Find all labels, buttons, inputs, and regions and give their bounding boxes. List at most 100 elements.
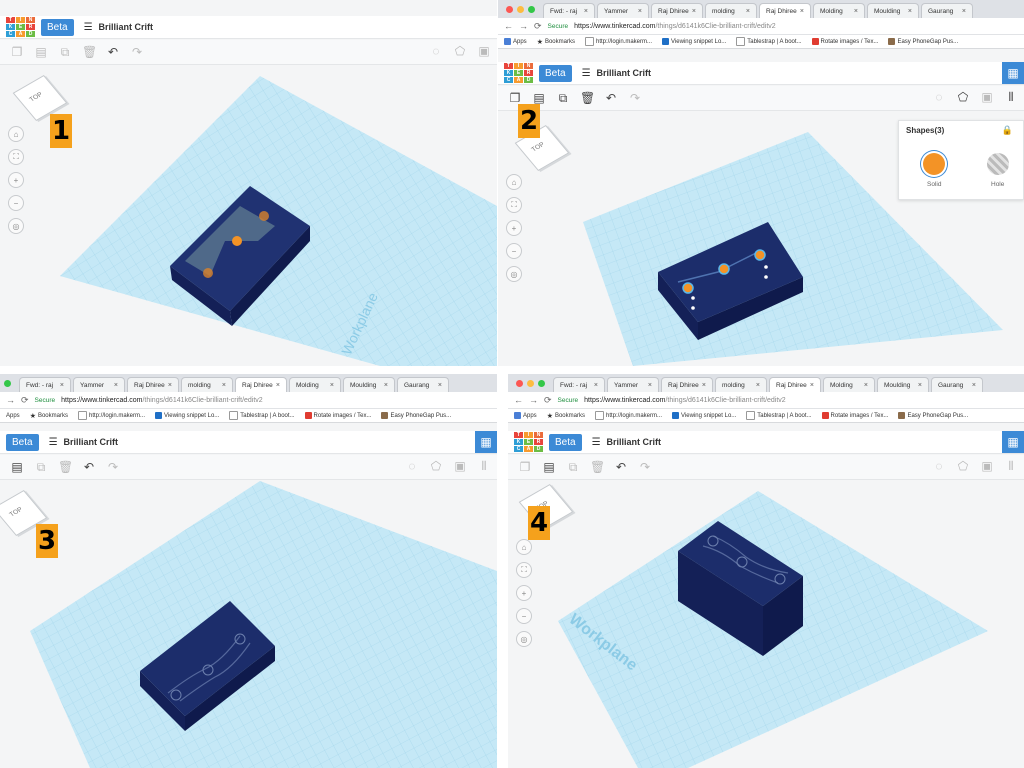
browser-tab[interactable]: Molding × (289, 377, 341, 392)
paste-icon[interactable]: ▤ (10, 460, 24, 474)
redo-icon[interactable]: ↷ (638, 460, 652, 474)
url-field[interactable]: https://www.tinkercad.com/things/d6141k6… (584, 397, 786, 404)
fit-view-icon[interactable]: ⛶ (516, 562, 532, 578)
delete-icon[interactable]: 🗑 (82, 45, 97, 59)
home-view-icon[interactable]: ⌂ (506, 174, 522, 190)
duplicate-icon[interactable]: ⧉ (556, 91, 570, 106)
paste-icon[interactable]: ▤ (542, 460, 556, 474)
bookmark-item[interactable]: Viewing snippet Lo... (672, 412, 736, 419)
home-view-icon[interactable]: ⌂ (8, 126, 24, 142)
beta-badge[interactable]: Beta (41, 18, 74, 36)
bookmark-item[interactable]: Apps (504, 38, 527, 45)
close-window-icon[interactable] (506, 5, 513, 13)
light-icon[interactable]: ◌ (932, 459, 946, 474)
bookmark-item[interactable]: Easy PhoneGap Pus... (888, 38, 958, 45)
pin-shape[interactable] (203, 268, 213, 278)
design-list-icon[interactable]: ☰ (592, 437, 601, 448)
shape-icon[interactable]: ⬠ (429, 459, 443, 474)
bookmark-item[interactable]: http://login.makerm... (594, 411, 662, 420)
pin-shape[interactable] (754, 249, 766, 261)
bookmark-item[interactable]: Viewing snippet Lo... (155, 412, 219, 419)
maximize-window-icon[interactable] (528, 5, 535, 13)
workplane-canvas[interactable]: TOP 3 (0, 481, 497, 768)
browser-tab-active[interactable]: Raj Dhiree × (235, 377, 287, 392)
bookmark-item[interactable]: Tablestrap | A boot... (229, 411, 295, 420)
forward-icon[interactable]: → (6, 395, 15, 405)
delete-icon[interactable]: 🗑 (590, 460, 605, 474)
beta-badge[interactable]: Beta (539, 64, 572, 82)
browser-tab[interactable]: Gaurang × (931, 377, 983, 392)
browser-tab[interactable]: Yammer × (73, 377, 125, 392)
bookmark-item[interactable]: Apps (6, 413, 20, 419)
group-icon[interactable]: ▣ (980, 90, 994, 105)
design-title[interactable]: Brilliant Crift (607, 437, 662, 447)
forward-icon[interactable]: → (519, 21, 528, 31)
align-icon[interactable]: ⫴ (477, 459, 491, 474)
hole-label[interactable]: Hole (991, 181, 1004, 188)
copy-icon[interactable]: ❐ (10, 45, 24, 59)
zoom-in-icon[interactable]: + (506, 220, 522, 236)
perspective-icon[interactable]: ◎ (506, 266, 522, 282)
browser-tab[interactable]: Molding × (813, 3, 865, 18)
browser-tab[interactable]: Molding × (823, 377, 875, 392)
secure-indicator[interactable]: Secure (558, 397, 579, 404)
browser-tab[interactable]: molding × (705, 3, 757, 18)
shape-icon[interactable]: ⬠ (956, 90, 970, 105)
solid-swatch[interactable] (923, 153, 945, 175)
bookmark-item[interactable]: Rotate images / Tex... (304, 412, 371, 419)
close-window-icon[interactable] (516, 379, 523, 387)
selection-handle[interactable] (764, 265, 768, 269)
reload-icon[interactable]: ⟳ (534, 21, 542, 32)
align-icon[interactable]: ⫴ (1004, 90, 1018, 105)
minimize-window-icon[interactable] (517, 5, 524, 13)
minimize-window-icon[interactable] (527, 379, 534, 387)
bookmark-item[interactable]: Rotate images / Tex... (821, 412, 888, 419)
duplicate-icon[interactable]: ⧉ (34, 460, 48, 475)
lock-icon[interactable]: 🔒 (1002, 125, 1013, 136)
selection-handle[interactable] (764, 275, 768, 279)
selection-handle[interactable] (691, 306, 695, 310)
pin-shape[interactable] (682, 282, 694, 294)
browser-tab[interactable]: Gaurang × (921, 3, 973, 18)
hole-swatch[interactable] (987, 153, 1009, 175)
browser-tab[interactable]: Yammer × (597, 3, 649, 18)
fit-view-icon[interactable]: ⛶ (506, 197, 522, 213)
bookmark-item[interactable]: ★ Bookmarks (537, 38, 575, 46)
duplicate-icon[interactable]: ⧉ (566, 460, 580, 475)
align-icon[interactable]: ⫴ (1004, 459, 1018, 474)
browser-tab[interactable]: Yammer × (607, 377, 659, 392)
bookmark-item[interactable]: Tablestrap | A boot... (736, 37, 802, 46)
design-list-icon[interactable]: ☰ (84, 22, 93, 33)
undo-icon[interactable]: ↶ (106, 45, 120, 59)
perspective-icon[interactable]: ◎ (516, 631, 532, 647)
copy-icon[interactable]: ❐ (508, 91, 522, 105)
browser-tab[interactable]: Raj Dhiree × (127, 377, 179, 392)
design-title[interactable]: Brilliant Crift (597, 68, 652, 78)
zoom-in-icon[interactable]: + (8, 172, 24, 188)
beta-badge[interactable]: Beta (549, 433, 582, 451)
bookmark-item[interactable]: Easy PhoneGap Pus... (381, 412, 451, 419)
zoom-out-icon[interactable]: − (516, 608, 532, 624)
pin-shape[interactable] (259, 211, 269, 221)
light-icon[interactable]: ◌ (932, 90, 946, 105)
browser-tab[interactable]: Raj Dhiree × (661, 377, 713, 392)
browser-tab[interactable]: Fwd: - raj × (543, 3, 595, 18)
design-list-icon[interactable]: ☰ (582, 68, 591, 79)
bookmark-item[interactable]: ★ Bookmarks (547, 412, 585, 420)
undo-icon[interactable]: ↶ (614, 460, 628, 474)
reload-icon[interactable]: ⟳ (21, 395, 29, 406)
back-icon[interactable]: ← (504, 21, 513, 31)
bookmark-item[interactable]: Rotate images / Tex... (811, 38, 878, 45)
browser-tab[interactable]: Moulding × (877, 377, 929, 392)
url-field[interactable]: https://www.tinkercad.com/things/d6141k6… (61, 397, 263, 404)
browser-tab-active[interactable]: Raj Dhiree × (759, 3, 811, 18)
redo-icon[interactable]: ↷ (628, 91, 642, 105)
bookmark-item[interactable]: http://login.makerm... (584, 37, 652, 46)
paste-icon[interactable]: ▤ (34, 45, 48, 59)
workplane-canvas[interactable]: Workplane TOP ⌂ ⛶ + − ◎ 4 (508, 481, 1024, 768)
apps-grid-icon[interactable]: ▦ (1002, 431, 1024, 453)
forward-icon[interactable]: → (529, 395, 538, 405)
browser-tab[interactable]: Moulding × (343, 377, 395, 392)
apps-grid-icon[interactable]: ▦ (475, 431, 497, 453)
tinkercad-logo[interactable]: T I N K E R C A D (6, 17, 35, 37)
